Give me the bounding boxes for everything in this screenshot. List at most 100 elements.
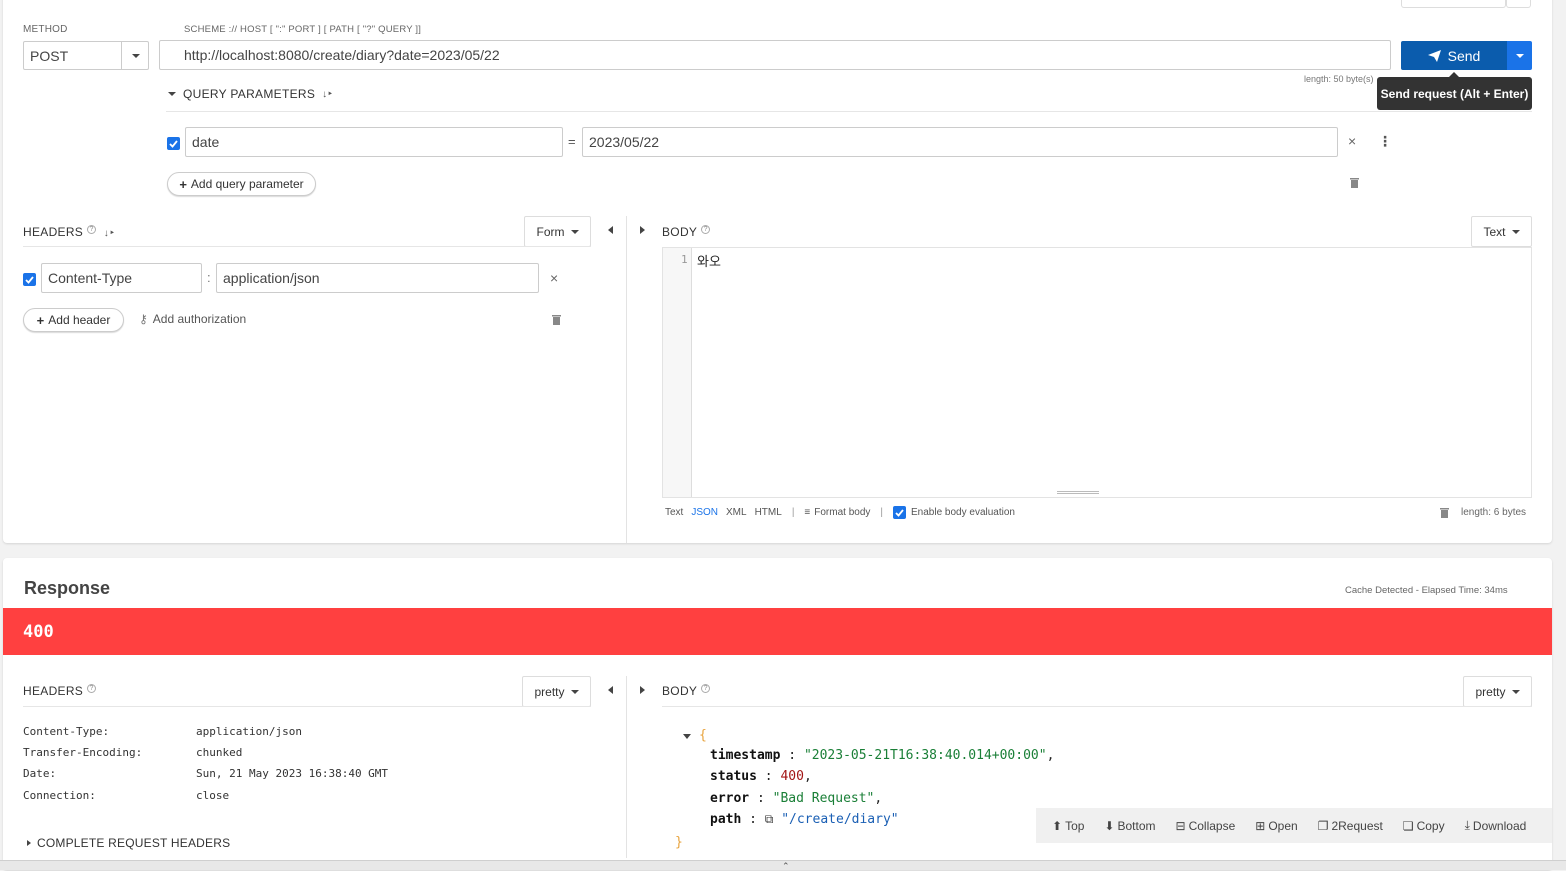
response-headers-title: HEADERS? xyxy=(23,684,97,698)
copy-button[interactable]: ❏ Copy xyxy=(1403,819,1445,833)
send-button[interactable]: Send xyxy=(1401,41,1507,70)
json-comma: , xyxy=(874,791,883,806)
bottom-button[interactable]: ⬇ Bottom xyxy=(1104,819,1155,833)
query-params-toggle[interactable]: QUERY PARAMETERS ↓‣ xyxy=(168,87,333,101)
header-checkbox[interactable] xyxy=(23,273,36,286)
caret-down-icon xyxy=(1511,229,1520,234)
external-link-icon[interactable]: ⧉ xyxy=(765,812,774,826)
send-label: Send xyxy=(1447,47,1481,64)
json-path: path : ⧉ "/create/diary" xyxy=(710,812,899,827)
format-body-button[interactable]: ≡ Format body xyxy=(804,507,870,518)
collapse-right-icon[interactable] xyxy=(640,686,645,694)
query-param-name-input[interactable]: date xyxy=(185,127,563,157)
format-xml[interactable]: XML xyxy=(726,507,747,518)
open-button[interactable]: ⊞ Open xyxy=(1255,819,1297,833)
response-headers-mode-dropdown[interactable]: pretty xyxy=(522,676,591,707)
help-icon[interactable]: ? xyxy=(87,684,97,693)
chevron-up-icon[interactable]: ⌃ xyxy=(782,862,790,871)
trash-icon[interactable] xyxy=(1350,177,1359,188)
method-value: POST xyxy=(30,47,69,64)
more-options-icon[interactable]: ⋮ xyxy=(1378,133,1392,150)
url-hint: SCHEME :// HOST [ ":" PORT ] [ PATH [ "?… xyxy=(184,24,422,35)
headers-divider xyxy=(23,246,591,247)
send-options-button[interactable] xyxy=(1507,41,1532,70)
format-json[interactable]: JSON xyxy=(691,507,718,518)
url-input[interactable]: http://localhost:8080/create/diary?date=… xyxy=(159,40,1391,70)
collapse-right-icon[interactable] xyxy=(640,226,645,234)
format-html[interactable]: HTML xyxy=(755,507,782,518)
separator: | xyxy=(880,507,884,518)
add-query-param-button[interactable]: + Add query parameter xyxy=(167,172,316,196)
request-headers-label: HEADERS xyxy=(23,225,84,239)
response-toolbar: ⬆ Top ⬇ Bottom ⊟ Collapse ⊞ Open ❐ 2Request ❏… xyxy=(1036,808,1552,843)
checkbox-box xyxy=(893,506,907,519)
editor-gutter xyxy=(663,248,692,497)
remove-query-param-icon[interactable]: × xyxy=(1348,133,1356,149)
trash-icon[interactable] xyxy=(552,314,561,325)
caret-down-icon xyxy=(168,92,176,96)
enable-eval-checkbox[interactable]: Enable body evaluation xyxy=(893,506,1015,519)
response-header-value: Sun, 21 May 2023 16:38:40 GMT xyxy=(196,767,389,780)
response-headers-label: HEADERS xyxy=(23,684,84,698)
json-key: path xyxy=(710,812,742,827)
json-value: 400 xyxy=(780,769,804,784)
top-control[interactable] xyxy=(1401,0,1506,8)
response-headers-mode-label: pretty xyxy=(534,684,565,699)
header-value-input[interactable]: application/json xyxy=(216,263,539,293)
method-dropdown-button[interactable] xyxy=(121,41,149,70)
help-icon[interactable]: ? xyxy=(87,225,97,234)
to-request-button[interactable]: ❐ 2Request xyxy=(1318,819,1383,833)
add-header-button[interactable]: + Add header xyxy=(23,308,124,332)
json-open-brace: { xyxy=(699,728,707,743)
query-param-checkbox[interactable] xyxy=(167,137,180,150)
format-text[interactable]: Text xyxy=(665,507,683,518)
tooltip-arrow xyxy=(1449,72,1459,77)
format-body-label: Format body xyxy=(814,507,871,518)
request-body-label: BODY xyxy=(662,225,698,239)
body-mode-label: Text xyxy=(1483,224,1506,239)
json-path-link[interactable]: "/create/diary" xyxy=(781,812,898,827)
response-header-name: Date: xyxy=(23,767,57,780)
pane-splitter[interactable] xyxy=(626,676,627,858)
response-title: Response xyxy=(24,578,111,598)
pane-splitter[interactable] xyxy=(626,216,627,543)
body-mode-dropdown[interactable]: Text xyxy=(1471,216,1532,247)
body-trash-icon[interactable] xyxy=(1440,507,1449,521)
download-button[interactable]: ⤓ Download xyxy=(1465,818,1527,833)
json-comma: , xyxy=(803,769,812,784)
send-tooltip: Send request (Alt + Enter) xyxy=(1377,77,1532,110)
header-name-input[interactable]: Content-Type xyxy=(41,263,202,293)
query-param-value: 2023/05/22 xyxy=(589,134,660,150)
body-editor[interactable]: 1 와오 xyxy=(662,247,1532,498)
add-authorization-link[interactable]: ⚷ Add authorization xyxy=(139,312,246,326)
collapse-left-icon[interactable] xyxy=(608,686,613,694)
method-label: METHOD xyxy=(23,24,68,35)
request-headers-title: HEADERS? ↓‣ xyxy=(23,225,115,239)
json-collapse-toggle[interactable] xyxy=(683,734,691,739)
json-colon: : xyxy=(756,769,781,784)
plus-square-icon: ⊞ xyxy=(1255,818,1266,833)
top-button[interactable]: ⬆ Top xyxy=(1052,819,1084,833)
copy-label: Copy xyxy=(1416,818,1445,833)
download-label: Download xyxy=(1472,818,1527,833)
json-key: timestamp xyxy=(710,748,781,763)
collapse-button[interactable]: ⊟ Collapse xyxy=(1176,819,1236,833)
query-param-value-input[interactable]: 2023/05/22 xyxy=(582,127,1338,157)
response-headers-divider xyxy=(23,706,591,707)
remove-header-icon[interactable]: × xyxy=(550,270,558,286)
help-icon[interactable]: ? xyxy=(701,684,711,693)
request-body-title: BODY? xyxy=(662,225,711,239)
complete-request-headers-toggle[interactable]: COMPLETE REQUEST HEADERS xyxy=(27,836,230,850)
help-icon[interactable]: ? xyxy=(701,225,711,234)
top-control-menu[interactable] xyxy=(1506,0,1531,8)
url-value: http://localhost:8080/create/diary?date=… xyxy=(184,47,500,63)
send-tooltip-text: Send request (Alt + Enter) xyxy=(1380,86,1529,101)
resize-handle[interactable] xyxy=(1057,491,1099,494)
collapse-left-icon[interactable] xyxy=(608,226,613,234)
add-authorization-label: Add authorization xyxy=(152,312,247,326)
check-icon xyxy=(25,275,34,284)
headers-mode-dropdown[interactable]: Form xyxy=(524,216,591,247)
response-body-mode-dropdown[interactable]: pretty xyxy=(1463,676,1532,707)
sort-icon[interactable]: ↓‣ xyxy=(322,89,333,100)
sort-icon[interactable]: ↓‣ xyxy=(104,228,116,239)
